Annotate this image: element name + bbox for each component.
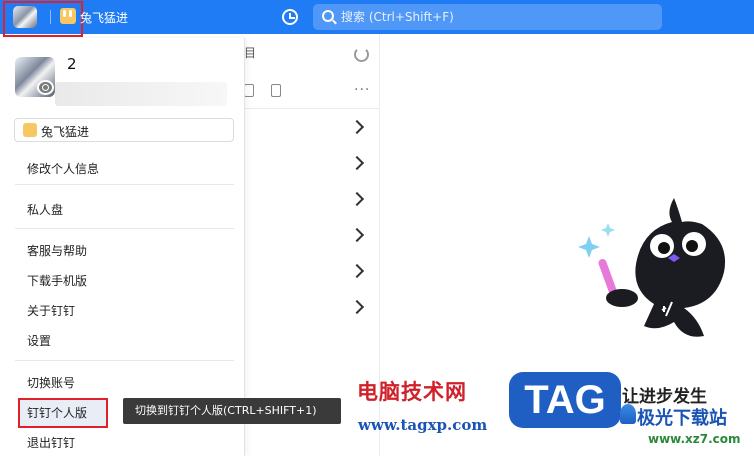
watermark-site-url: www.xz7.com (648, 432, 741, 446)
chevron-right-icon[interactable] (349, 191, 365, 207)
history-icon[interactable] (282, 9, 298, 25)
watermark-url: www.tagxp.com (358, 416, 488, 434)
chevron-right-icon[interactable] (349, 227, 365, 243)
watermark-cn-text: 电脑技术网 (357, 380, 467, 404)
menu-item-private-drive[interactable]: 私人盘 (27, 201, 63, 218)
chevron-right-icon[interactable] (349, 263, 365, 279)
divider (15, 228, 234, 229)
divider (244, 108, 380, 109)
divider (15, 184, 234, 185)
camera-icon[interactable] (37, 80, 54, 95)
org-logo-icon[interactable] (60, 8, 76, 24)
watermark-tag-logo: TAG (509, 372, 621, 428)
menu-item-personal-edition[interactable]: 钉钉个人版 (27, 404, 87, 421)
topbar-divider (50, 10, 51, 24)
watermark-site-logo-icon (620, 404, 636, 424)
menu-item-support[interactable]: 客服与帮助 (27, 242, 87, 259)
menu-item-switch-account[interactable]: 切换账号 (27, 374, 75, 391)
chevron-right-icon[interactable] (349, 299, 365, 315)
org-name[interactable]: 兔飞猛进 (80, 9, 128, 26)
mascot-illustration (578, 198, 726, 337)
divider (15, 360, 234, 361)
user-menu: 2 兔飞猛进 修改个人信息 私人盘 客服与帮助 下载手机版 关于钉钉 设置 切换… (0, 38, 245, 456)
calendar-icon[interactable] (244, 84, 254, 97)
search-input[interactable] (341, 8, 641, 26)
watermark-site-name: 极光下载站 (637, 408, 727, 429)
search-box[interactable] (313, 4, 662, 30)
list-header-fragment: 目 (244, 46, 257, 60)
menu-item-edit-profile[interactable]: 修改个人信息 (27, 160, 99, 177)
menu-item-download-mobile[interactable]: 下载手机版 (27, 272, 87, 289)
menu-item-settings[interactable]: 设置 (27, 332, 51, 349)
menu-item-quit[interactable]: 退出钉钉 (27, 434, 75, 451)
org-card[interactable]: 兔飞猛进 (14, 118, 234, 142)
menu-item-about[interactable]: 关于钉钉 (27, 302, 75, 319)
top-bar: 兔飞猛进 (0, 0, 754, 37)
org-card-label: 兔飞猛进 (41, 125, 90, 139)
org-logo-icon (23, 123, 37, 137)
profile-detail-blurred (55, 82, 227, 106)
search-icon (322, 10, 334, 22)
refresh-icon[interactable] (354, 47, 369, 62)
more-icon[interactable]: ··· (354, 82, 370, 98)
chevron-right-icon[interactable] (349, 155, 365, 171)
profile-name: 2 (67, 55, 77, 73)
chevron-right-icon[interactable] (349, 119, 365, 135)
tooltip: 切换到钉钉个人版(CTRL+SHIFT+1) (123, 398, 341, 424)
document-icon[interactable] (271, 84, 281, 97)
